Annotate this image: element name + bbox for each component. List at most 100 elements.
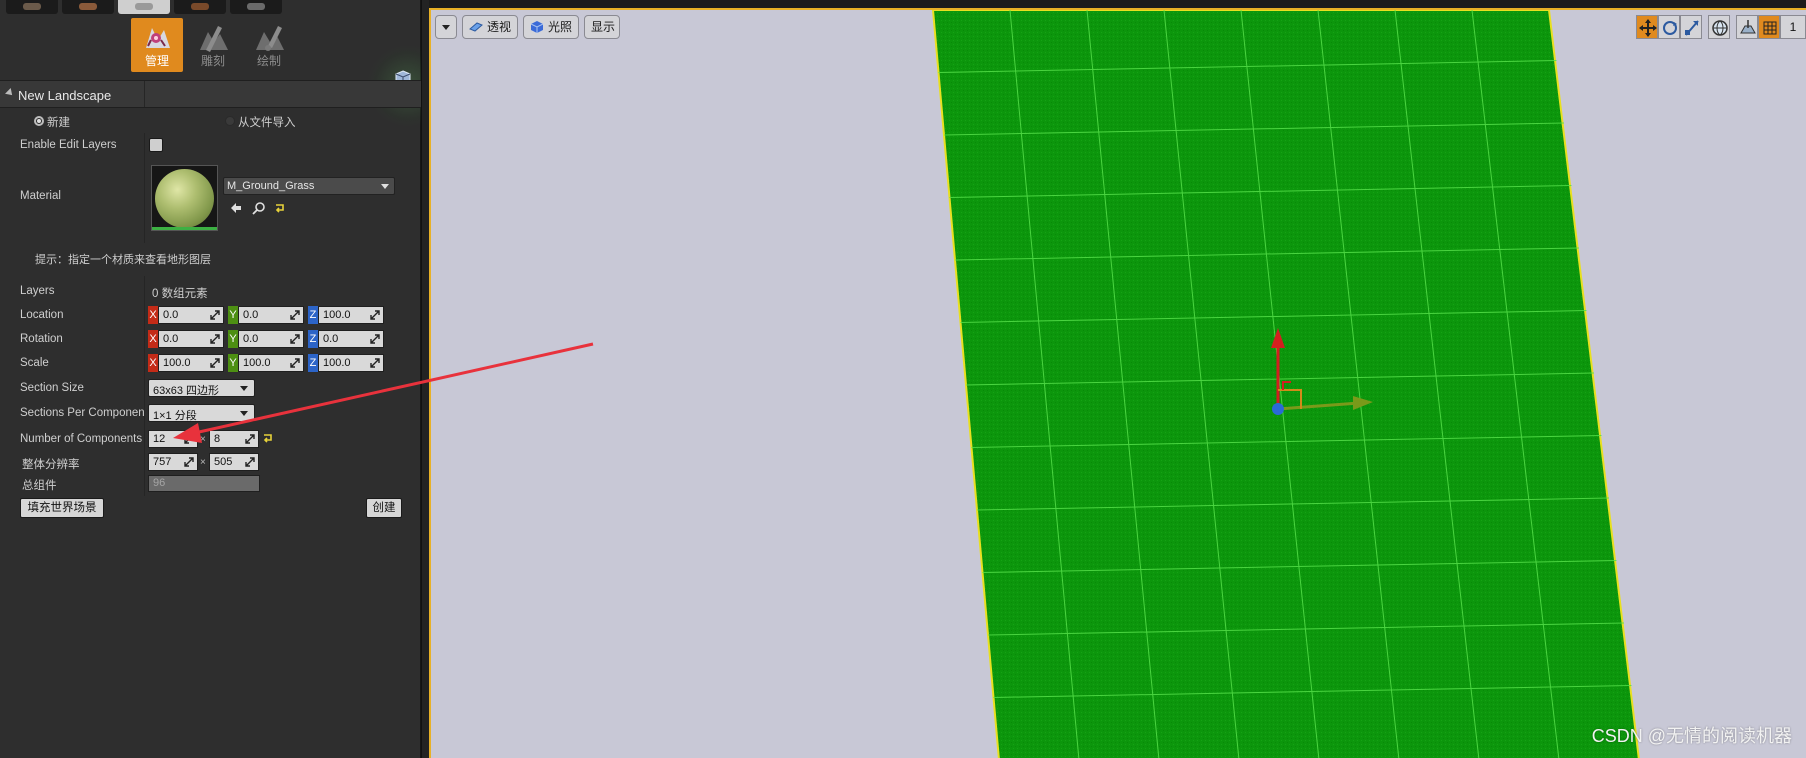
radio-import-label: 从文件导入 — [238, 117, 296, 129]
scale-z-field[interactable]: 100.0 — [318, 354, 384, 372]
total-components-field: 96 — [148, 475, 260, 492]
enable-edit-layers-checkbox[interactable] — [149, 138, 163, 152]
chevron-down-icon — [240, 386, 248, 391]
mode-tab-paint[interactable] — [62, 0, 114, 14]
scale-x-value: 100.0 — [163, 357, 191, 369]
collapse-arrow-icon[interactable] — [5, 88, 15, 98]
mode-tab-geometry[interactable] — [230, 0, 282, 14]
radio-new[interactable] — [34, 116, 44, 126]
watermark-text: CSDN @无情的阅读机器 — [1591, 726, 1792, 746]
resolution-x-field[interactable]: 757 — [148, 453, 198, 471]
viewport-top-strip — [429, 0, 1806, 8]
grid-snap-button[interactable] — [1758, 15, 1780, 39]
landscape-mode-panel: 管理 雕刻 绘制 New Landscape 新建 从文件导入 Enable E… — [0, 0, 450, 758]
rotate-tool-button[interactable] — [1658, 15, 1680, 39]
section-size-value: 63x63 四边形 — [153, 385, 220, 397]
viewport-scene — [931, 10, 1640, 758]
new-landscape-section-header[interactable]: New Landscape — [0, 80, 421, 108]
viewport-options-button[interactable] — [435, 15, 457, 39]
level-viewport[interactable]: 透视 光照 显示 1 CSDN @无情的阅读机器 — [429, 8, 1806, 758]
drag-handle-icon[interactable] — [210, 310, 220, 320]
show-label: 显示 — [591, 20, 616, 34]
scale-x-tag: X — [148, 354, 158, 372]
section-size-combo[interactable]: 63x63 四边形 — [148, 379, 255, 397]
lit-sphere-icon — [530, 21, 544, 33]
rotation-y-tag: Y — [228, 330, 238, 348]
chevron-down-icon — [381, 184, 389, 189]
drag-handle-icon[interactable] — [370, 310, 380, 320]
sections-per-component-label: Sections Per Component — [20, 407, 144, 419]
show-button[interactable]: 显示 — [584, 15, 620, 39]
drag-handle-icon[interactable] — [370, 334, 380, 344]
layers-label: Layers — [20, 285, 55, 297]
move-icon — [1639, 19, 1657, 37]
location-y-tag: Y — [228, 306, 238, 324]
drag-handle-icon[interactable] — [184, 457, 194, 467]
resolution-y-field[interactable]: 505 — [209, 453, 259, 471]
translate-tool-button[interactable] — [1636, 15, 1658, 39]
panel-splitter[interactable] — [421, 0, 429, 758]
sections-per-component-value: 1×1 分段 — [153, 410, 197, 422]
property-divider — [144, 133, 145, 243]
lit-label: 光照 — [548, 20, 573, 34]
rotation-x-field[interactable]: 0.0 — [158, 330, 224, 348]
use-selected-asset-icon[interactable] — [229, 201, 243, 215]
drag-handle-icon[interactable] — [370, 358, 380, 368]
create-button[interactable]: 创建 — [366, 498, 402, 518]
rotation-x-value: 0.0 — [163, 333, 179, 345]
sections-per-component-combo[interactable]: 1×1 分段 — [148, 404, 255, 422]
rotate-icon — [1663, 21, 1677, 35]
drag-handle-icon[interactable] — [290, 310, 300, 320]
header-divider — [144, 81, 145, 107]
fill-world-button[interactable]: 填充世界场景 — [20, 498, 104, 518]
mode-tab-landscape[interactable] — [118, 0, 170, 14]
location-x-value: 0.0 — [163, 309, 179, 321]
paint-tool-button[interactable]: 绘制 — [243, 18, 295, 72]
total-components-label: 总组件 — [22, 480, 57, 492]
lit-button[interactable]: 光照 — [523, 15, 579, 39]
viewport-transform-tools: 1 — [1636, 15, 1806, 39]
mode-tab-foliage[interactable] — [174, 0, 226, 14]
rotation-label: Rotation — [20, 333, 63, 345]
scale-x-field[interactable]: 100.0 — [158, 354, 224, 372]
radio-import[interactable] — [225, 116, 235, 126]
components-y-field[interactable]: 8 — [209, 430, 259, 448]
rotation-y-value: 0.0 — [243, 333, 259, 345]
drag-handle-icon[interactable] — [210, 358, 220, 368]
drag-handle-icon[interactable] — [290, 358, 300, 368]
reset-to-default-icon[interactable] — [273, 202, 287, 216]
rotation-z-field[interactable]: 0.0 — [318, 330, 384, 348]
reset-to-default-icon[interactable] — [261, 432, 275, 446]
manage-tool-label: 管理 — [144, 54, 169, 68]
perspective-button[interactable]: 透视 — [462, 15, 518, 39]
components-x-field[interactable]: 12 — [148, 430, 198, 448]
scale-z-tag: Z — [308, 354, 318, 372]
location-x-field[interactable]: 0.0 — [158, 306, 224, 324]
scale-tool-button[interactable] — [1680, 15, 1702, 39]
browse-search-icon[interactable] — [252, 201, 266, 215]
grid-snap-value[interactable]: 1 — [1780, 15, 1806, 39]
location-x-tag: X — [148, 306, 158, 324]
scale-y-field[interactable]: 100.0 — [238, 354, 304, 372]
sculpt-tool-button[interactable]: 雕刻 — [187, 18, 239, 72]
location-y-field[interactable]: 0.0 — [238, 306, 304, 324]
material-thumbnail[interactable] — [151, 165, 218, 231]
rotation-y-field[interactable]: 0.0 — [238, 330, 304, 348]
drag-handle-icon[interactable] — [184, 434, 194, 444]
location-z-field[interactable]: 100.0 — [318, 306, 384, 324]
section-size-label: Section Size — [20, 382, 84, 394]
drag-handle-icon[interactable] — [290, 334, 300, 344]
material-type-bar — [152, 227, 217, 230]
times-sign: × — [200, 434, 206, 445]
paint-tool-label: 绘制 — [256, 54, 281, 68]
drag-handle-icon[interactable] — [245, 457, 255, 467]
surface-snap-button[interactable] — [1736, 15, 1758, 39]
drag-handle-icon[interactable] — [245, 434, 255, 444]
material-combo[interactable]: M_Ground_Grass — [223, 177, 395, 195]
mode-tab-place[interactable] — [6, 0, 58, 14]
manage-tool-button[interactable]: 管理 — [131, 18, 183, 72]
material-hint: 提示：指定一个材质来查看地形图层 — [35, 254, 211, 266]
drag-handle-icon[interactable] — [210, 334, 220, 344]
scale-icon — [1685, 20, 1699, 36]
world-local-toggle[interactable] — [1708, 15, 1730, 39]
